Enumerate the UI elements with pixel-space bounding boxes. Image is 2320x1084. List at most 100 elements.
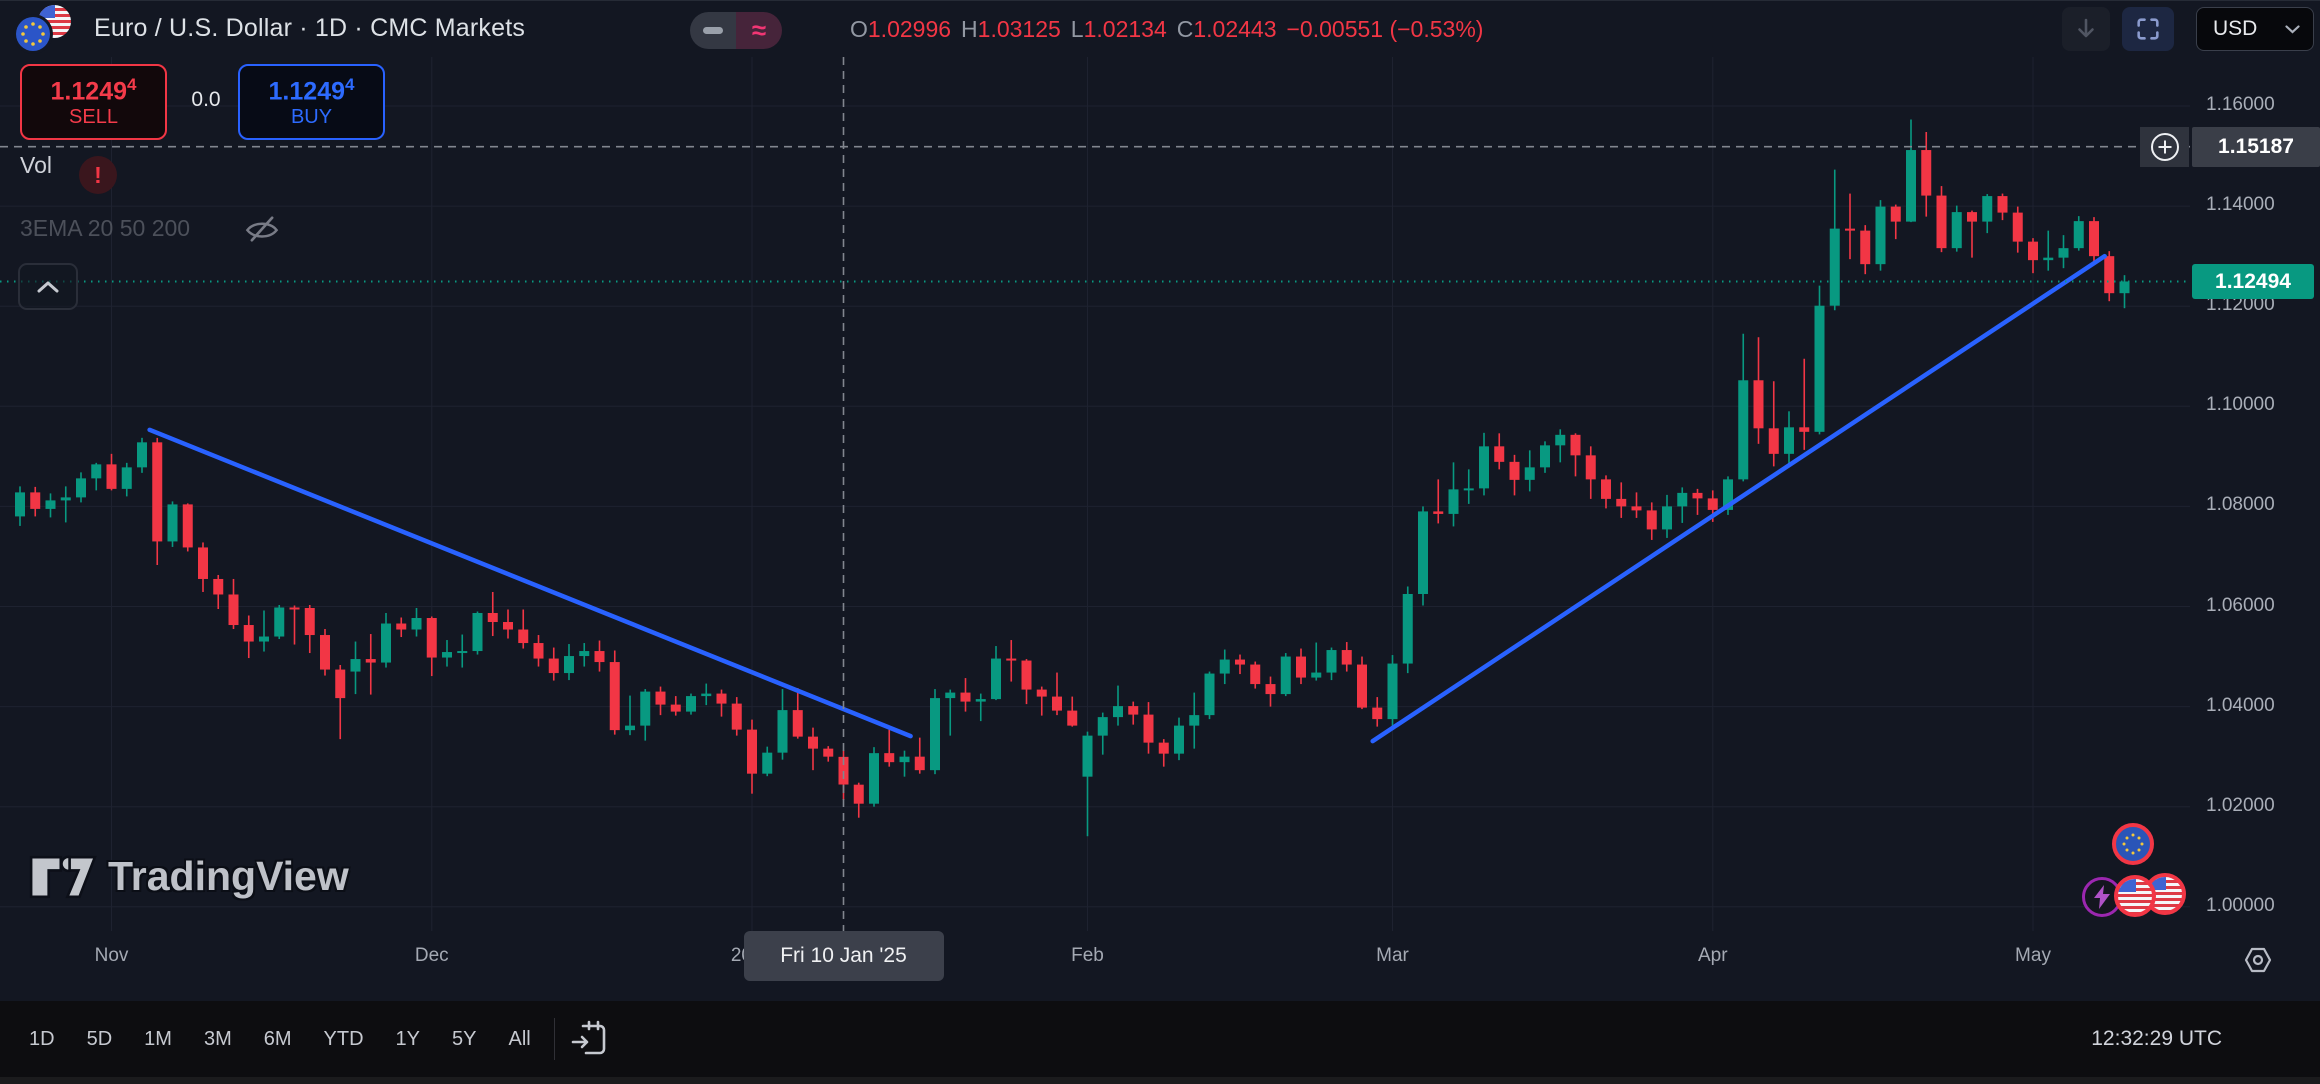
price-tick-label[interactable]: 1.00000 bbox=[2206, 895, 2275, 917]
spread-value: 0.0 bbox=[178, 88, 234, 112]
month-label[interactable]: Dec bbox=[415, 945, 449, 967]
price-tick-label[interactable]: 1.02000 bbox=[2206, 795, 2275, 817]
month-label[interactable]: Mar bbox=[1376, 945, 1409, 967]
range-button-1m[interactable]: 1M bbox=[135, 1022, 181, 1057]
candle-body bbox=[1357, 665, 1367, 708]
last-price-label: 1.12494 bbox=[2192, 264, 2314, 299]
watermark-text: TradingView bbox=[108, 853, 349, 900]
trendline-drawing[interactable] bbox=[1373, 256, 2105, 741]
collapse-pane-button[interactable] bbox=[18, 263, 78, 310]
candle-body bbox=[2043, 258, 2053, 261]
eye-off-icon[interactable] bbox=[244, 211, 280, 247]
go-to-date-button[interactable] bbox=[569, 1017, 613, 1061]
candle-body bbox=[259, 637, 269, 642]
currency-select[interactable]: USD bbox=[2196, 7, 2314, 51]
wave-style-toggle-icon[interactable]: ≈ bbox=[736, 12, 782, 49]
candle-body bbox=[1083, 736, 1093, 777]
range-button-all[interactable]: All bbox=[499, 1022, 539, 1057]
tradingview-watermark: TradingView bbox=[26, 853, 349, 900]
currency-value: USD bbox=[2213, 17, 2285, 41]
candle-body bbox=[91, 464, 101, 478]
volume-warning-icon[interactable]: ! bbox=[79, 156, 117, 194]
ema-legend-label: 3EMA 20 50 200 bbox=[20, 215, 190, 242]
candle-body bbox=[290, 608, 300, 610]
us-economic-event-icon[interactable] bbox=[2114, 875, 2156, 917]
range-button-5y[interactable]: 5Y bbox=[443, 1022, 485, 1057]
sell-label: SELL bbox=[69, 106, 118, 129]
range-button-ytd[interactable]: YTD bbox=[315, 1022, 373, 1057]
toolbar-divider bbox=[554, 1018, 555, 1060]
close-label: C bbox=[1177, 16, 1194, 42]
candle-body bbox=[884, 753, 894, 762]
candle-body bbox=[1296, 657, 1306, 678]
month-label[interactable]: Apr bbox=[1698, 945, 1728, 967]
candle-body bbox=[1403, 594, 1413, 664]
candle-body bbox=[625, 726, 635, 731]
price-tick-label[interactable]: 1.14000 bbox=[2206, 194, 2275, 216]
month-label[interactable]: May bbox=[2015, 945, 2051, 967]
range-button-5d[interactable]: 5D bbox=[78, 1022, 122, 1057]
candle-body bbox=[1113, 706, 1123, 717]
candle-body bbox=[1586, 455, 1596, 479]
range-button-3m[interactable]: 3M bbox=[195, 1022, 241, 1057]
candle-body bbox=[1174, 726, 1184, 754]
candle-body bbox=[1906, 150, 1916, 222]
candle-body bbox=[351, 659, 361, 672]
download-button[interactable] bbox=[2062, 7, 2110, 51]
open-value: 1.02996 bbox=[868, 16, 951, 42]
buy-price: 1.12494 bbox=[269, 75, 355, 106]
candle-body bbox=[793, 710, 803, 737]
price-tick-label[interactable]: 1.16000 bbox=[2206, 94, 2275, 116]
candle-body bbox=[518, 630, 528, 644]
candle-body bbox=[503, 622, 513, 630]
candle-body bbox=[961, 693, 971, 702]
candle-body bbox=[61, 497, 71, 500]
candle-body bbox=[1891, 207, 1901, 222]
bar-style-toggle-icon[interactable] bbox=[690, 12, 736, 49]
candle-body bbox=[1876, 207, 1886, 265]
add-alert-button[interactable] bbox=[2140, 127, 2189, 167]
candle-body bbox=[564, 656, 574, 673]
candle-body bbox=[1159, 743, 1169, 754]
range-button-1d[interactable]: 1D bbox=[20, 1022, 64, 1057]
candle-body bbox=[15, 492, 25, 516]
candle-body bbox=[1250, 665, 1260, 685]
candle-body bbox=[1037, 690, 1047, 697]
candlestick-chart-canvas[interactable] bbox=[0, 1, 2320, 1084]
candle-body bbox=[1205, 674, 1215, 716]
candle-body bbox=[945, 693, 955, 699]
trendline-drawing[interactable] bbox=[150, 430, 911, 736]
month-label[interactable]: Nov bbox=[95, 945, 129, 967]
candle-body bbox=[2028, 242, 2038, 261]
candle-body bbox=[1418, 511, 1428, 594]
price-tick-label[interactable]: 1.10000 bbox=[2206, 394, 2275, 416]
candle-body bbox=[473, 613, 483, 651]
month-label[interactable]: Feb bbox=[1071, 945, 1104, 967]
sell-button[interactable]: 1.12494 SELL bbox=[20, 64, 167, 140]
range-button-6m[interactable]: 6M bbox=[255, 1022, 301, 1057]
price-tick-label[interactable]: 1.06000 bbox=[2206, 595, 2275, 617]
symbol-title[interactable]: Euro / U.S. Dollar · 1D · CMC Markets bbox=[94, 14, 525, 43]
candle-body bbox=[1830, 229, 1840, 306]
fullscreen-icon bbox=[2134, 15, 2162, 43]
bottom-toolbar: 1D 5D 1M 3M 6M YTD 1Y 5Y All 12:32:29 UTC bbox=[0, 1001, 2320, 1077]
eu-flag-icon bbox=[16, 17, 50, 51]
candle-body bbox=[991, 659, 1001, 700]
axis-settings-icon[interactable] bbox=[2240, 942, 2276, 983]
candle-body bbox=[747, 730, 757, 774]
candle-body bbox=[595, 651, 605, 662]
fullscreen-button[interactable] bbox=[2122, 7, 2174, 51]
buy-button[interactable]: 1.12494 BUY bbox=[238, 64, 385, 140]
candle-body bbox=[122, 467, 132, 489]
candle-body bbox=[1632, 506, 1642, 510]
clock-utc[interactable]: 12:32:29 UTC bbox=[2091, 1027, 2222, 1051]
low-label: L bbox=[1071, 16, 1084, 42]
candle-body bbox=[183, 504, 193, 547]
price-tick-label[interactable]: 1.04000 bbox=[2206, 695, 2275, 717]
range-button-1y[interactable]: 1Y bbox=[387, 1022, 429, 1057]
price-tick-label[interactable]: 1.08000 bbox=[2206, 494, 2275, 516]
eu-economic-event-icon[interactable] bbox=[2112, 823, 2154, 865]
candle-body bbox=[1815, 306, 1825, 432]
crosshair-price-row: 1.15187 bbox=[2140, 127, 2320, 167]
range-selector: 1D 5D 1M 3M 6M YTD 1Y 5Y All bbox=[20, 1022, 540, 1057]
